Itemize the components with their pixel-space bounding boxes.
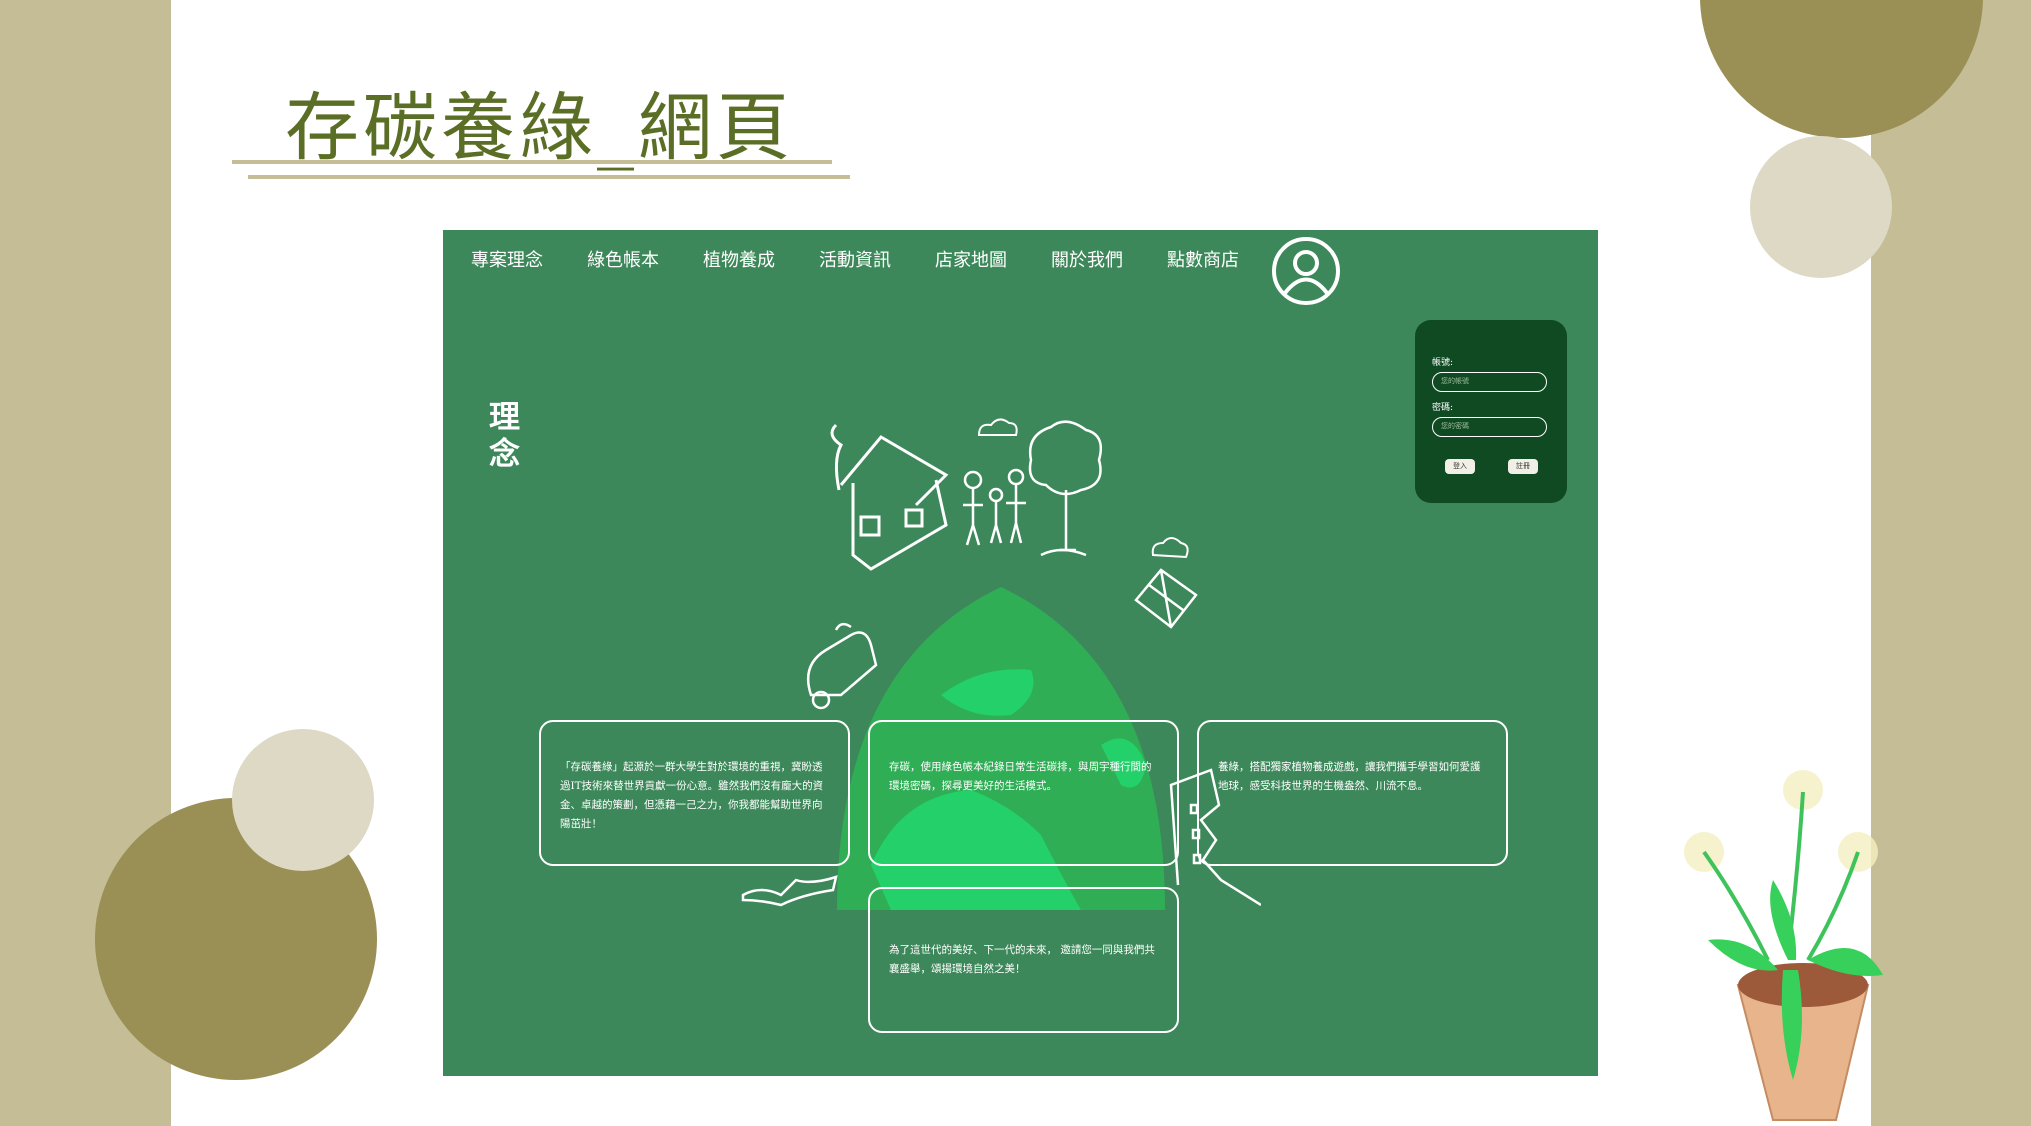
concept-card-invitation: 為了這世代的美好、下一代的未來， 邀請您一同與我們共襄盛舉，頌揚環境自然之美！: [868, 887, 1179, 1033]
user-avatar-icon[interactable]: [1271, 236, 1341, 306]
account-input[interactable]: 您的帳號: [1432, 372, 1547, 392]
password-label: 密碼:: [1432, 403, 1454, 413]
nav-item-events[interactable]: 活動資訊: [819, 246, 935, 272]
nav-item-store-map[interactable]: 店家地圖: [935, 246, 1051, 272]
section-label: 理念: [483, 400, 519, 474]
top-nav: 專案理念 綠色帳本 植物養成 活動資訊 店家地圖 關於我們 點數商店: [471, 246, 1283, 272]
concept-card-origin: 「存碳養綠」起源於一群大學生對於環境的重視，冀盼透過IT技術來替世界貢獻一份心意…: [539, 720, 850, 866]
concept-card-carbon: 存碳，使用綠色帳本紀錄日常生活碳排，與周宇種行間的環境密碼，探尋更美好的生活模式…: [868, 720, 1179, 866]
title-underline-2: [248, 175, 850, 179]
nav-item-concept[interactable]: 專案理念: [471, 246, 587, 272]
account-label: 帳號:: [1432, 358, 1454, 368]
slide-title: 存碳養綠_網頁: [285, 85, 794, 171]
decor-circle-cream-top: [1750, 136, 1892, 278]
decor-circle-cream-bottom: [232, 729, 374, 871]
password-input[interactable]: 您的密碼: [1432, 417, 1547, 437]
nav-item-green-ledger[interactable]: 綠色帳本: [587, 246, 703, 272]
login-button[interactable]: 登入: [1445, 459, 1475, 474]
potted-plant-illustration: [1684, 770, 1883, 1121]
website-mockup: 專案理念 綠色帳本 植物養成 活動資訊 店家地圖 關於我們 點數商店 理念 帳號…: [443, 230, 1598, 1076]
nav-item-plant-growing[interactable]: 植物養成: [703, 246, 819, 272]
nav-item-about-us[interactable]: 關於我們: [1051, 246, 1167, 272]
login-panel: 帳號: 您的帳號 密碼: 您的密碼 登入 註冊: [1415, 320, 1567, 503]
concept-card-green: 養綠，搭配獨家植物養成遊戲，讓我們攜手學習如何愛護地球，感受科技世界的生機盎然、…: [1197, 720, 1508, 866]
register-button[interactable]: 註冊: [1508, 459, 1538, 474]
title-underline-1: [232, 160, 832, 164]
nav-item-points-shop[interactable]: 點數商店: [1167, 246, 1283, 272]
